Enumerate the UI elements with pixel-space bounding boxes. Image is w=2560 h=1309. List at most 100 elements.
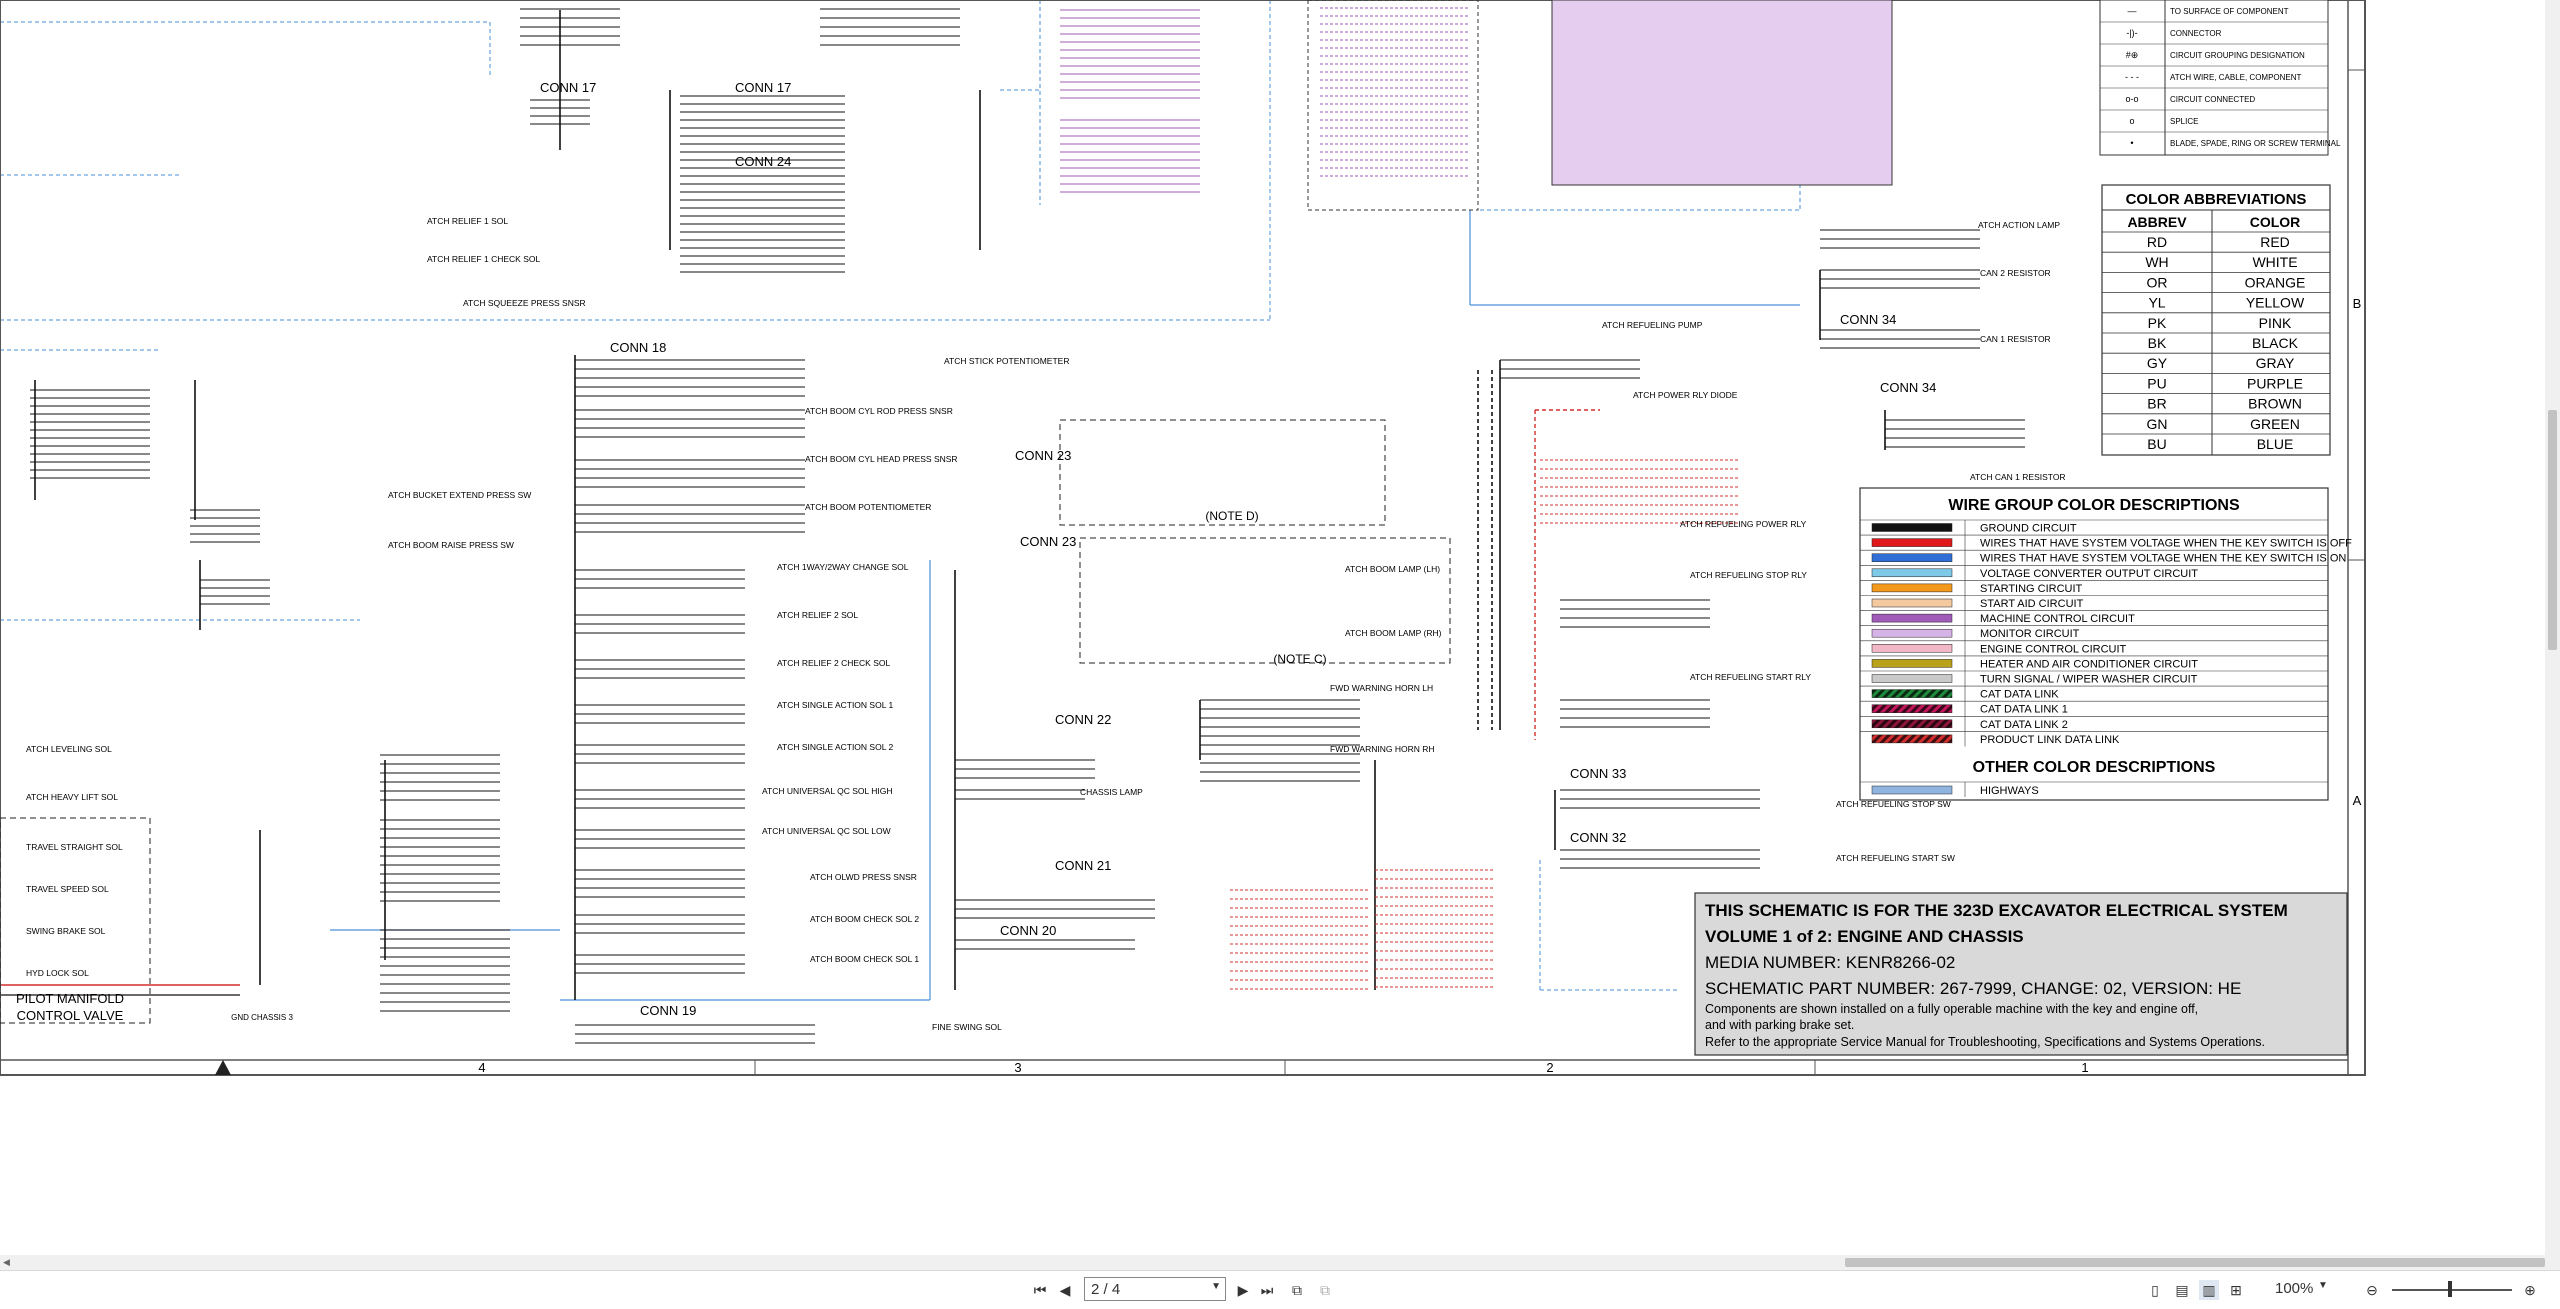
component-label: ATCH BOOM CYL HEAD PRESS SNSR xyxy=(805,454,958,464)
component-label: ATCH POWER RLY DIODE xyxy=(1633,390,1738,400)
wire-group-label: ENGINE CONTROL CIRCUIT xyxy=(1980,643,2127,655)
note-c-box xyxy=(1079,537,1451,664)
scroll-left-arrow[interactable]: ◀ xyxy=(3,1257,10,1268)
title-line-4: SCHEMATIC PART NUMBER: 267-7999, CHANGE:… xyxy=(1705,979,2241,998)
component-label: FWD WARNING HORN RH xyxy=(1330,744,1435,754)
title-line-2: VOLUME 1 of 2: ENGINE AND CHASSIS xyxy=(1705,927,2024,946)
component-label: ATCH SINGLE ACTION SOL 1 xyxy=(777,700,893,710)
wire-swatch xyxy=(1871,674,1953,683)
zoom-slider-thumb[interactable] xyxy=(2448,1281,2452,1297)
wire-swatch xyxy=(1871,538,1953,547)
wire-group-legend: WIRE GROUP COLOR DESCRIPTIONS GROUND CIR… xyxy=(1859,487,2352,801)
color-cell: BROWN xyxy=(2248,396,2302,412)
symbol-legend-label: CIRCUIT GROUPING DESIGNATION xyxy=(2170,51,2305,60)
component-label: ATCH OLWD PRESS SNSR xyxy=(810,872,917,882)
connector-label: CONN 34 xyxy=(1880,380,1936,395)
wire-swatch xyxy=(1871,628,1953,638)
component-label: CAN 1 RESISTOR xyxy=(1980,334,2051,344)
abbrev-cell: OR xyxy=(2147,274,2168,290)
first-page-button[interactable]: ⏮ xyxy=(1030,1280,1050,1300)
chevron-down-icon[interactable]: ▼ xyxy=(2318,1280,2328,1291)
page-number-select[interactable]: 2 / 4 ▼ xyxy=(1084,1277,1226,1301)
component-label: ATCH RELIEF 1 CHECK SOL xyxy=(427,254,540,264)
wire-swatch xyxy=(1871,785,1953,795)
title-block: THIS SCHEMATIC IS FOR THE 323D EXCAVATOR… xyxy=(1694,892,2348,1056)
legend-symbol-icon: - - - xyxy=(2125,72,2139,82)
horizontal-scroll-thumb[interactable] xyxy=(1845,1258,2545,1267)
wire-group-label: START AID CIRCUIT xyxy=(1980,598,2084,610)
color-cell: GREEN xyxy=(2250,416,2300,432)
title-line-7: Refer to the appropriate Service Manual … xyxy=(1705,1035,2265,1049)
color-cell: WHITE xyxy=(2252,254,2297,270)
zoom-out-icon[interactable]: ⊖ xyxy=(2362,1280,2382,1300)
wire-group-label: PRODUCT LINK DATA LINK xyxy=(1980,734,2120,746)
paste-icon[interactable]: ⧉ xyxy=(1315,1280,1335,1300)
abbrev-cell: RD xyxy=(2147,234,2167,250)
abbrev-cell: GY xyxy=(2147,355,2168,371)
schematic-page: 4 3 2 1 B A — TO SURFACE OF COMPONENT -|)-… xyxy=(0,0,2545,1255)
row-letter: B xyxy=(2353,296,2362,311)
component-label: ATCH UNIVERSAL QC SOL HIGH xyxy=(762,786,893,796)
wire-group-label: STARTING CIRCUIT xyxy=(1980,583,2083,595)
zoom-in-icon[interactable]: ⊕ xyxy=(2520,1280,2540,1300)
grid-view-icon[interactable]: ⊞ xyxy=(2226,1280,2246,1300)
single-page-view-icon[interactable]: ▯ xyxy=(2145,1280,2165,1300)
facing-view-icon[interactable]: ▥ xyxy=(2199,1280,2219,1300)
legend-symbol-icon: #⊕ xyxy=(2126,50,2139,60)
symbol-legend-label: ATCH WIRE, CABLE, COMPONENT xyxy=(2170,73,2302,82)
component-label: ATCH SQUEEZE PRESS SNSR xyxy=(463,298,586,308)
previous-page-button[interactable]: ◀ xyxy=(1055,1280,1075,1300)
component-label: SWING BRAKE SOL xyxy=(26,926,106,936)
title-line-1: THIS SCHEMATIC IS FOR THE 323D EXCAVATOR… xyxy=(1705,901,2288,920)
symbol-legend-label: SPLICE xyxy=(2170,117,2198,126)
wire-group-label: MACHINE CONTROL CIRCUIT xyxy=(1980,613,2135,625)
connector-label: CONN 24 xyxy=(735,154,791,169)
connector-label: CONN 19 xyxy=(640,1003,696,1018)
abbrev-cell: YL xyxy=(2148,295,2165,311)
component-label: ATCH 1WAY/2WAY CHANGE SOL xyxy=(777,562,909,572)
continuous-view-icon[interactable]: ▤ xyxy=(2172,1280,2192,1300)
component-label: CAN 2 RESISTOR xyxy=(1980,268,2051,278)
symbol-legend-label: BLADE, SPADE, RING OR SCREW TERMINAL xyxy=(2170,139,2341,148)
symbol-legend-label: CIRCUIT CONNECTED xyxy=(2170,95,2255,104)
wire-swatch xyxy=(1871,583,1953,593)
copy-icon[interactable]: ⧉ xyxy=(1287,1280,1307,1300)
vertical-scrollbar[interactable] xyxy=(2545,0,2560,1270)
zone-number: 2 xyxy=(1546,1060,1553,1075)
wire-group-label: CAT DATA LINK 1 xyxy=(1980,704,2068,716)
vertical-scroll-thumb[interactable] xyxy=(2548,410,2557,650)
wire-swatch xyxy=(1871,659,1953,668)
next-page-button[interactable]: ▶ xyxy=(1233,1280,1253,1300)
symbol-legend: — TO SURFACE OF COMPONENT -|)- CONNECTOR #⊕ C… xyxy=(2099,0,2341,156)
color-cell: PINK xyxy=(2259,315,2292,331)
control-valve-label: CONTROL VALVE xyxy=(17,1008,124,1023)
zone-number: 3 xyxy=(1014,1060,1021,1075)
color-header: COLOR xyxy=(2250,214,2301,230)
wire-group-label: CAT DATA LINK 2 xyxy=(1980,719,2068,731)
chevron-down-icon: ▼ xyxy=(1211,1281,1221,1292)
component-label: ATCH REFUELING STOP SW xyxy=(1836,799,1951,809)
color-cell: GRAY xyxy=(2256,355,2295,371)
component-label: FWD WARNING HORN LH xyxy=(1330,683,1433,693)
component-label: ATCH RELIEF 2 SOL xyxy=(777,610,858,620)
legend-symbol-icon: -|)- xyxy=(2126,28,2137,38)
horizontal-scrollbar[interactable]: ◀ xyxy=(0,1255,2545,1270)
wire-group-label: GROUND CIRCUIT xyxy=(1980,523,2077,535)
wire-swatch xyxy=(1871,568,1953,578)
symbol-legend-label: TO SURFACE OF COMPONENT xyxy=(2170,7,2289,16)
component-label: ATCH BOOM RAISE PRESS SW xyxy=(388,540,514,550)
harness-block-right xyxy=(1551,0,1893,186)
abbrev-cell: BU xyxy=(2147,436,2166,452)
row-letter: A xyxy=(2353,793,2362,808)
zoom-slider[interactable] xyxy=(2392,1289,2512,1291)
zoom-value[interactable]: 100% xyxy=(2275,1280,2313,1297)
note-d-label: (NOTE D) xyxy=(1205,509,1258,523)
component-label: ATCH RELIEF 1 SOL xyxy=(427,216,508,226)
symbol-legend-label: CONNECTOR xyxy=(2170,29,2222,38)
component-label: ATCH REFUELING START SW xyxy=(1836,853,1955,863)
last-page-button[interactable]: ⏭ xyxy=(1257,1280,1277,1300)
color-cell: YELLOW xyxy=(2246,295,2305,311)
component-label: ATCH SINGLE ACTION SOL 2 xyxy=(777,742,893,752)
abbrev-cell: PU xyxy=(2147,375,2166,391)
color-abbrev-title: COLOR ABBREVIATIONS xyxy=(2126,191,2307,208)
